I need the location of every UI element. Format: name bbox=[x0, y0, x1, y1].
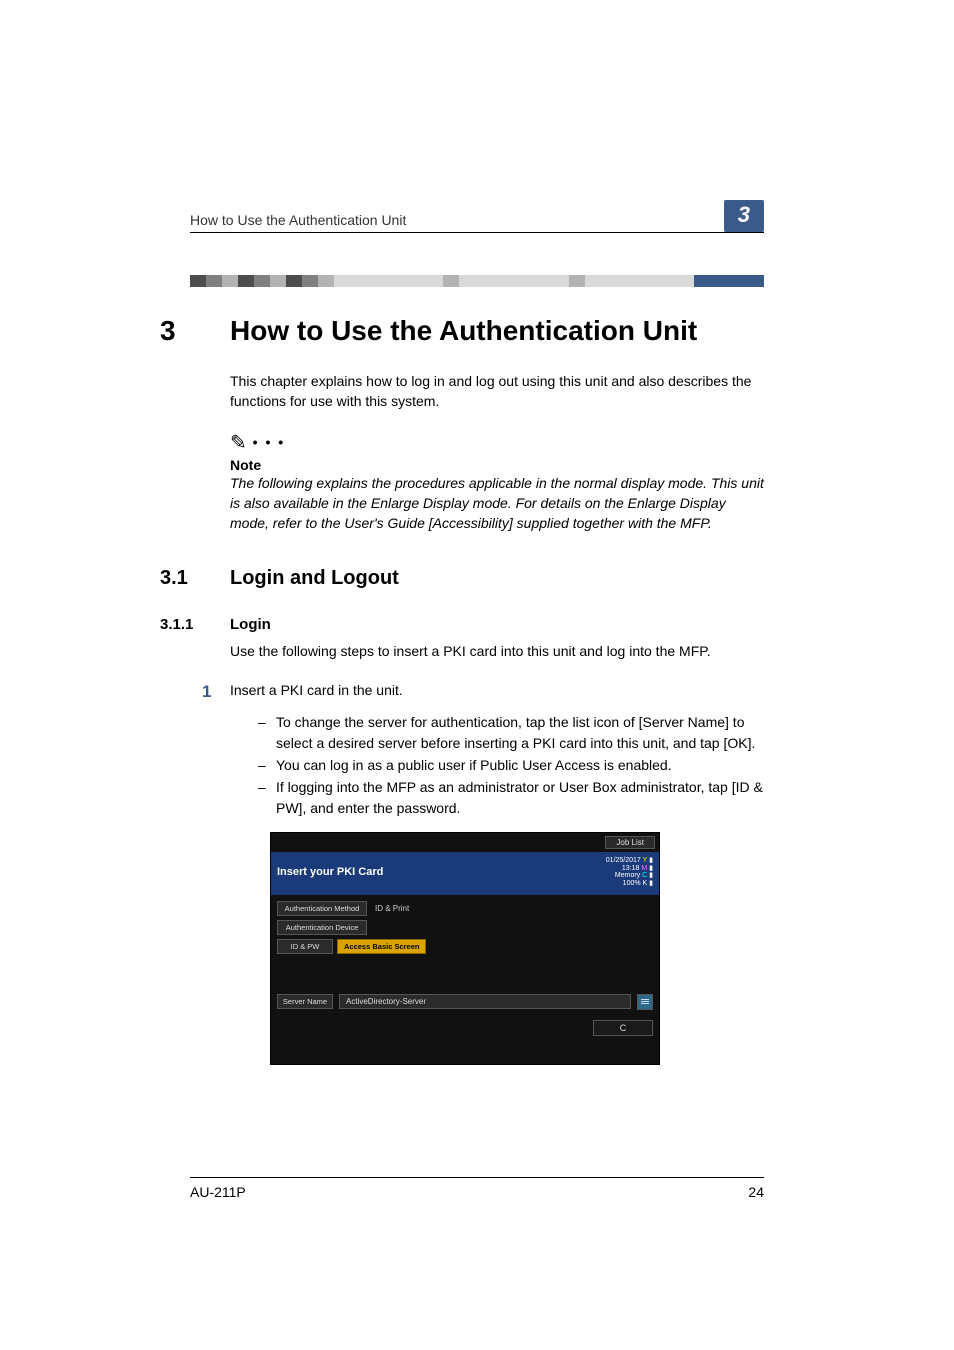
decorative-color-bar bbox=[190, 275, 764, 287]
status-area: 01/25/2017 Y ▮ 13:18 M ▮ Memory C ▮ 100%… bbox=[606, 857, 653, 888]
step-1-number: 1 bbox=[202, 680, 230, 705]
running-header-text: How to Use the Authentication Unit bbox=[190, 212, 406, 228]
step-1-bullet-1: To change the server for authentication,… bbox=[258, 712, 764, 753]
chapter-title: 3How to Use the Authentication Unit bbox=[160, 315, 764, 347]
note-ellipsis: • • • bbox=[247, 434, 285, 450]
section-number: 3.1 bbox=[160, 567, 230, 590]
step-1: 1Insert a PKI card in the unit. bbox=[230, 680, 764, 705]
chapter-number-badge: 3 bbox=[724, 200, 764, 232]
subsection-intro: Use the following steps to insert a PKI … bbox=[230, 641, 764, 661]
access-basic-screen-button[interactable]: Access Basic Screen bbox=[337, 939, 426, 954]
mfp-panel-screenshot: Job List Insert your PKI Card 01/25/2017… bbox=[270, 832, 660, 1065]
server-list-icon[interactable] bbox=[637, 994, 653, 1010]
insert-card-banner: Insert your PKI Card bbox=[277, 866, 383, 878]
note-label: Note bbox=[230, 457, 764, 473]
auth-device-button[interactable]: Authentication Device bbox=[277, 920, 367, 935]
note-icon: ✎ bbox=[230, 432, 247, 454]
clear-button[interactable]: C bbox=[593, 1020, 653, 1036]
chapter-title-number: 3 bbox=[160, 315, 230, 347]
subsection-number: 3.1.1 bbox=[160, 616, 230, 633]
job-list-button[interactable]: Job List bbox=[605, 836, 655, 849]
section-title-text: Login and Logout bbox=[230, 567, 399, 589]
auth-method-button[interactable]: Authentication Method bbox=[277, 901, 367, 916]
section-title: 3.1Login and Logout bbox=[160, 567, 764, 590]
server-name-label: Server Name bbox=[277, 994, 333, 1009]
chapter-intro-paragraph: This chapter explains how to log in and … bbox=[230, 371, 764, 412]
subsection-title: 3.1.1Login bbox=[160, 616, 764, 633]
footer-page-number: 24 bbox=[748, 1184, 764, 1200]
id-and-print-label: ID & Print bbox=[371, 904, 409, 913]
id-pw-button[interactable]: ID & PW bbox=[277, 939, 333, 954]
step-1-bullet-2: You can log in as a public user if Publi… bbox=[258, 755, 764, 775]
chapter-title-text: How to Use the Authentication Unit bbox=[230, 315, 697, 346]
subsection-title-text: Login bbox=[230, 616, 271, 633]
note-body: The following explains the procedures ap… bbox=[230, 475, 764, 532]
server-name-value: ActiveDirectory-Server bbox=[339, 994, 631, 1009]
footer-model: AU-211P bbox=[190, 1184, 246, 1200]
page-footer: AU-211P 24 bbox=[190, 1177, 764, 1200]
step-1-bullet-3: If logging into the MFP as an administra… bbox=[258, 777, 764, 818]
step-1-bullets: To change the server for authentication,… bbox=[258, 712, 764, 817]
note-block: ✎ • • • Note The following explains the … bbox=[230, 430, 764, 534]
step-1-text: Insert a PKI card in the unit. bbox=[230, 682, 403, 698]
